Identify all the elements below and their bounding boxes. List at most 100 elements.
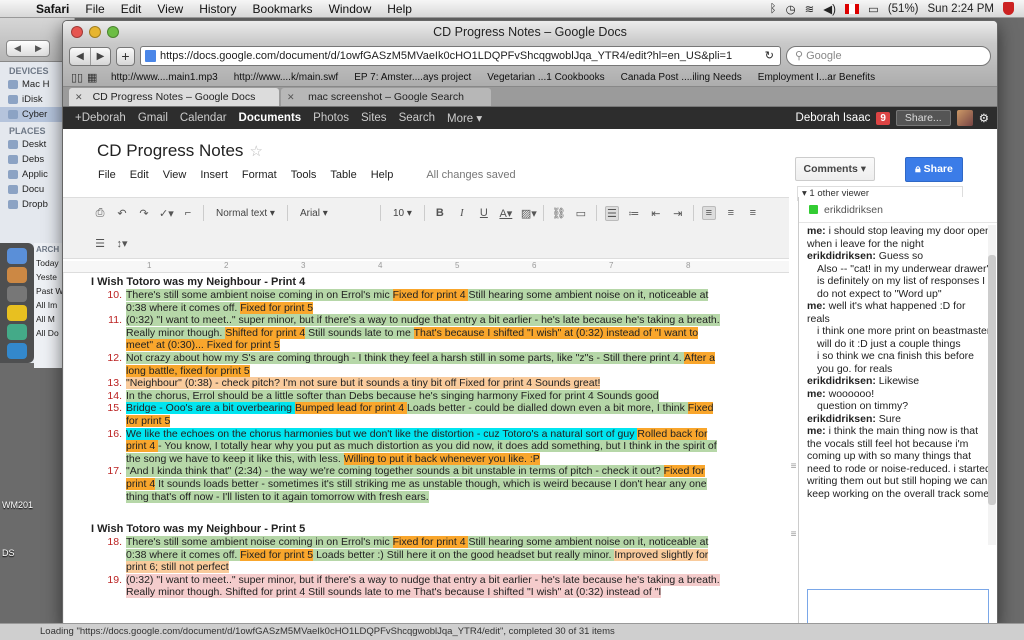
bulleted-list-icon[interactable]: ≔ — [627, 207, 641, 220]
bookmark-item[interactable]: Vegetarian ...1 Cookbooks — [479, 72, 612, 83]
doc-menu-tools[interactable]: Tools — [284, 169, 324, 181]
close-tab-icon[interactable]: ✕ — [287, 88, 295, 106]
wifi-icon[interactable]: ≋ — [805, 2, 815, 16]
panel-resize-handle[interactable]: ≡ — [789, 461, 798, 472]
security-shield-icon[interactable] — [1003, 2, 1014, 15]
clock[interactable]: Sun 2:24 PM — [928, 3, 994, 15]
doc-menu-format[interactable]: Format — [235, 169, 284, 181]
finder-nav-buttons[interactable]: ◀ ▶ — [6, 40, 50, 57]
doc-menu-insert[interactable]: Insert — [193, 169, 235, 181]
numbered-list-icon[interactable]: ☰ — [604, 205, 619, 221]
zoom-window-icon[interactable] — [107, 26, 119, 38]
desktop-icon-label[interactable]: WM201 — [2, 500, 33, 510]
reload-icon[interactable]: ↻ — [765, 47, 774, 65]
paint-format-icon[interactable]: ⌐ — [181, 207, 195, 219]
menu-bookmarks[interactable]: Bookmarks — [245, 2, 321, 16]
back-button[interactable]: ◀ — [70, 48, 90, 65]
doc-menu-help[interactable]: Help — [364, 169, 401, 181]
align-right-icon[interactable]: ≡ — [746, 207, 760, 219]
justify-icon[interactable]: ☰ — [93, 237, 107, 250]
menu-view[interactable]: View — [149, 2, 191, 16]
back-arrow-icon[interactable]: ◀ — [14, 43, 21, 54]
chat-user-name[interactable]: erikdidriksen — [824, 204, 883, 216]
dock-app-icon[interactable] — [7, 305, 27, 321]
bookmarks-book-icon[interactable]: ▯▯ — [71, 71, 87, 84]
menu-help[interactable]: Help — [379, 2, 420, 16]
top-sites-grid-icon[interactable]: ▦ — [87, 71, 103, 84]
bookmark-item[interactable]: Employment I...ar Benefits — [750, 72, 883, 83]
panel-resize-handle[interactable]: ≡ — [789, 529, 798, 540]
doc-title[interactable]: CD Progress Notes — [97, 141, 243, 160]
print-icon[interactable]: ⎙ — [93, 207, 107, 220]
document-page[interactable]: I Wish Totoro was my Neighbour - Print 4… — [90, 273, 780, 599]
redo-icon[interactable]: ↷ — [137, 207, 151, 220]
doc-menu-file[interactable]: File — [91, 169, 123, 181]
dock-app-icon[interactable] — [7, 248, 27, 264]
chat-input[interactable] — [807, 589, 989, 624]
highlight-color-icon[interactable]: ▨▾ — [521, 207, 537, 220]
forward-arrow-icon[interactable]: ▶ — [35, 43, 42, 54]
underline-icon[interactable]: U — [477, 207, 491, 219]
bookmark-item[interactable]: Canada Post ....iling Needs — [613, 72, 750, 83]
bluetooth-icon[interactable]: ᛒ — [770, 3, 777, 15]
decrease-indent-icon[interactable]: ⇤ — [649, 207, 663, 220]
doc-menu-view[interactable]: View — [156, 169, 194, 181]
volume-icon[interactable]: ◀) — [823, 2, 836, 16]
dock-app-icon[interactable] — [7, 324, 27, 340]
desktop-icon-label[interactable]: DS — [2, 548, 15, 558]
gbar-user-name[interactable]: Deborah Isaac — [796, 112, 871, 124]
text-color-icon[interactable]: A▾ — [499, 207, 513, 220]
gbar-link-calendar[interactable]: Calendar — [174, 112, 233, 124]
menu-window[interactable]: Window — [321, 2, 380, 16]
italic-icon[interactable]: I — [455, 207, 469, 219]
line-spacing-icon[interactable]: ↕▾ — [115, 237, 129, 250]
gbar-link-photos[interactable]: Photos — [307, 112, 355, 124]
bookmark-item[interactable]: http://www....main1.mp3 — [103, 72, 226, 83]
tab-cd-progress-notes[interactable]: ✕ CD Progress Notes – Google Docs — [69, 88, 279, 106]
menu-edit[interactable]: Edit — [113, 2, 150, 16]
chat-scrollbar-thumb[interactable] — [988, 255, 996, 505]
dock-app-icon[interactable] — [7, 343, 27, 359]
document-canvas[interactable]: I Wish Totoro was my Neighbour - Print 4… — [63, 273, 789, 624]
doc-menu-edit[interactable]: Edit — [123, 169, 156, 181]
font-dropdown[interactable]: Arial ▾ — [296, 208, 372, 219]
add-bookmark-button[interactable]: + — [116, 46, 135, 66]
gear-icon[interactable]: ⚙ — [979, 111, 989, 125]
menu-file[interactable]: File — [77, 2, 112, 16]
menu-history[interactable]: History — [191, 2, 244, 16]
align-center-icon[interactable]: ≡ — [724, 207, 738, 219]
link-icon[interactable]: ⛓ — [552, 207, 566, 220]
gbar-link-search[interactable]: Search — [393, 112, 441, 124]
address-bar[interactable]: https://docs.google.com/document/d/1owfG… — [140, 46, 781, 66]
timemachine-icon[interactable]: ◷ — [786, 2, 796, 16]
search-input[interactable]: ⚲ Google — [786, 46, 991, 66]
chat-log[interactable]: me: i should stop leaving my door open w… — [799, 223, 997, 558]
align-left-icon[interactable]: ≡ — [701, 206, 716, 220]
undo-icon[interactable]: ↶ — [115, 207, 129, 220]
tab-mac-screenshot[interactable]: ✕ mac screenshot – Google Search — [281, 88, 491, 106]
spellcheck-icon[interactable]: ✓▾ — [159, 207, 174, 220]
share-button[interactable]: 🔒︎ Share — [905, 157, 963, 182]
comments-button[interactable]: Comments ▾ — [794, 157, 875, 181]
battery-icon[interactable]: ▭ — [868, 2, 879, 16]
bookmark-item[interactable]: http://www....k/main.swf — [226, 72, 346, 83]
notifications-badge[interactable]: 9 — [876, 111, 890, 125]
bookmark-item[interactable]: EP 7: Amster....ays project — [346, 72, 479, 83]
gbar-link-more[interactable]: More ▾ — [441, 111, 488, 125]
address-url[interactable]: https://docs.google.com/document/d/1owfG… — [160, 47, 761, 65]
style-dropdown[interactable]: Normal text ▾ — [212, 208, 279, 219]
bold-icon[interactable]: B — [433, 207, 447, 219]
forward-button[interactable]: ▶ — [90, 47, 110, 65]
gbar-link-documents[interactable]: Documents — [233, 112, 308, 124]
minimize-window-icon[interactable] — [89, 26, 101, 38]
increase-indent-icon[interactable]: ⇥ — [671, 207, 685, 220]
menu-app-name[interactable]: Safari — [28, 2, 77, 16]
avatar[interactable] — [956, 110, 973, 126]
close-tab-icon[interactable]: ✕ — [75, 88, 83, 106]
dock-app-icon[interactable] — [7, 286, 27, 302]
font-size-dropdown[interactable]: 10 ▾ — [389, 208, 416, 219]
gbar-share-button[interactable]: Share... — [895, 110, 951, 126]
gbar-link-sites[interactable]: Sites — [355, 112, 393, 124]
star-icon[interactable]: ☆ — [249, 143, 262, 160]
chat-scrollbar[interactable] — [988, 225, 996, 545]
